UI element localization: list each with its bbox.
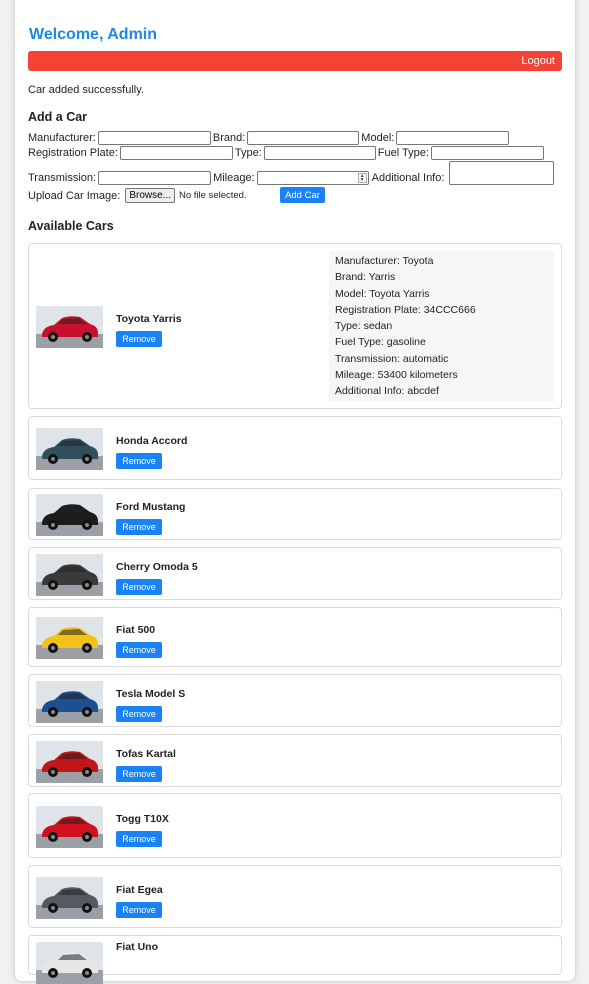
car-card: Tofas Kartal Remove <box>28 734 562 787</box>
car-image <box>36 428 103 470</box>
welcome-heading: Welcome, Admin <box>29 26 158 43</box>
manufacturer-label: Manufacturer: <box>28 132 96 144</box>
car-image <box>36 805 103 848</box>
logout-bar: Logout <box>28 51 562 71</box>
add-car-title: Add a Car <box>28 110 88 124</box>
type-label: Type: <box>234 147 262 159</box>
logout-button[interactable]: Logout <box>521 55 555 67</box>
detail-plate: Registration Plate: 34CCC666 <box>335 303 476 316</box>
car-name: Togg T10X <box>116 812 169 825</box>
car-name: Cherry Omoda 5 <box>116 560 198 573</box>
car-name: Honda Accord <box>116 435 188 447</box>
car-image <box>36 876 103 919</box>
remove-button[interactable]: Remove <box>116 830 162 847</box>
fuel-label: Fuel Type: <box>377 147 429 159</box>
detail-brand: Brand: Yarris <box>335 271 396 284</box>
car-image <box>36 306 103 348</box>
remove-button[interactable]: Remove <box>116 705 162 722</box>
remove-button[interactable]: Remove <box>116 765 162 782</box>
remove-button[interactable]: Remove <box>116 642 162 658</box>
detail-mileage: Mileage: 53400 kilometers <box>335 369 458 382</box>
form-row-4: Upload Car Image: Browse... No file sele… <box>28 188 247 203</box>
car-image <box>36 942 103 984</box>
available-cars-title: Available Cars <box>28 219 114 233</box>
car-card: Ford Mustang Remove <box>28 488 562 540</box>
detail-model: Model: Toyota Yarris <box>335 287 430 300</box>
no-file-text: No file selected. <box>179 190 247 201</box>
main-container: Welcome, Admin Logout Car added successf… <box>14 0 576 984</box>
car-name: Tesla Model S <box>116 687 186 700</box>
model-input[interactable] <box>396 131 510 145</box>
car-image <box>36 617 103 659</box>
model-label: Model: <box>361 132 395 144</box>
car-name: Fiat 500 <box>116 624 156 636</box>
type-input[interactable] <box>263 146 376 160</box>
car-name: Ford Mustang <box>116 501 186 513</box>
car-image <box>36 553 103 596</box>
brand-input[interactable] <box>247 131 360 145</box>
form-row-1: Manufacturer: Brand: Model: <box>28 131 511 145</box>
car-card: Togg T10X Remove <box>28 793 562 858</box>
car-name: Fiat Uno <box>116 941 158 953</box>
remove-button[interactable]: Remove <box>116 453 162 469</box>
car-card: Honda Accord Remove <box>28 416 562 480</box>
detail-transmission: Transmission: automatic <box>335 352 449 365</box>
form-row-3: Transmission: Mileage: ▲ ▼ Additional Inf… <box>28 161 555 185</box>
car-name: Tofas Kartal <box>116 747 176 760</box>
detail-fuel: Fuel Type: gasoline <box>335 336 426 349</box>
car-image <box>36 680 103 723</box>
car-card: Toyota Yarris Remove Manufacturer: Toyota B… <box>28 243 562 409</box>
fuel-input[interactable] <box>430 146 544 160</box>
manufacturer-input[interactable] <box>97 131 211 145</box>
mileage-label: Mileage: <box>213 172 255 184</box>
car-card: Tesla Model S Remove <box>28 674 562 727</box>
plate-input[interactable] <box>119 146 233 160</box>
add-car-button[interactable]: Add Car <box>280 187 325 203</box>
car-image <box>36 494 103 536</box>
remove-button[interactable]: Remove <box>116 578 162 595</box>
browse-button[interactable]: Browse... <box>125 188 176 203</box>
car-card: Fiat 500 Remove <box>28 607 562 667</box>
car-card: Cherry Omoda 5 Remove <box>28 547 562 600</box>
status-message: Car added successfully. <box>28 84 144 96</box>
image-label: Upload Car Image: <box>28 189 121 202</box>
car-card: Fiat Egea Remove <box>28 865 562 928</box>
spinner-icon[interactable]: ▲ ▼ <box>357 173 367 183</box>
plate-label: Registration Plate: <box>28 147 118 159</box>
detail-info: Additional Info: abcdef <box>335 385 439 398</box>
remove-button[interactable]: Remove <box>116 331 162 347</box>
detail-manufacturer: Manufacturer: Toyota <box>335 255 434 267</box>
car-details-panel: Manufacturer: Toyota Brand: Yarris Model: … <box>329 251 554 401</box>
transmission-label: Transmission: <box>28 172 97 184</box>
car-name: Toyota Yarris <box>116 313 182 325</box>
form-row-2: Registration Plate: Type: Fuel Type: <box>28 146 546 160</box>
car-image <box>36 740 103 783</box>
info-label: Additional Info: <box>371 172 445 184</box>
remove-button[interactable]: Remove <box>116 901 162 918</box>
info-textarea[interactable] <box>449 161 555 185</box>
detail-type: Type: sedan <box>335 320 393 333</box>
car-name: Fiat Egea <box>116 883 163 896</box>
remove-button[interactable]: Remove <box>116 519 162 535</box>
car-card: Fiat Uno <box>28 935 562 984</box>
brand-label: Brand: <box>212 132 246 144</box>
mileage-input[interactable]: ▲ ▼ <box>256 171 369 185</box>
transmission-input[interactable] <box>98 171 212 185</box>
